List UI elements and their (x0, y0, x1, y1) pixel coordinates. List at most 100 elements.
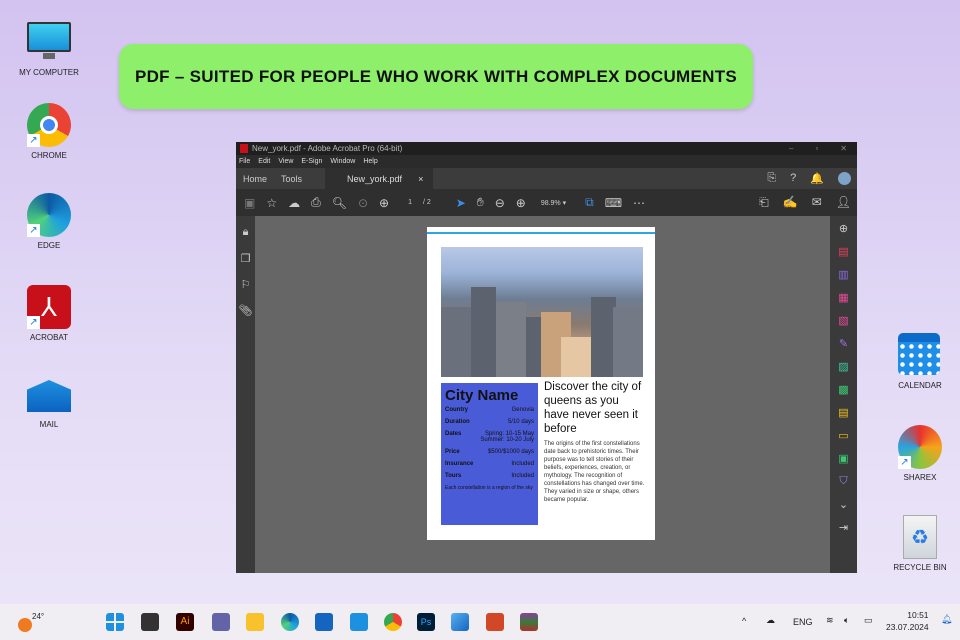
menu-help[interactable]: Help (363, 158, 377, 165)
fit-page-icon[interactable]: ⧉ (585, 195, 594, 210)
menu-esign[interactable]: E-Sign (301, 158, 322, 165)
menu-edit[interactable]: Edit (258, 158, 270, 165)
chrome-taskbar-icon[interactable] (384, 613, 402, 631)
add-user-icon[interactable]: 👤︎ (836, 195, 851, 210)
photos-icon[interactable] (451, 613, 469, 631)
desktop-icon-my-computer[interactable]: MY COMPUTER (4, 20, 94, 77)
language-indicator[interactable]: ENG (793, 617, 813, 627)
battery-icon[interactable]: ▭ (864, 615, 873, 626)
volume-icon[interactable]: 🔈︎ (844, 615, 849, 626)
page-number-input[interactable]: 1 (408, 199, 412, 206)
close-window-button[interactable]: ✕ (840, 144, 847, 153)
menu-bar: File Edit View E-Sign Window Help (236, 155, 857, 168)
page-down-icon[interactable]: ⊕ (379, 196, 389, 210)
zoom-search-icon[interactable]: ⊕ (839, 222, 848, 235)
sign-icon[interactable]: ✍ (783, 195, 798, 210)
sharex-icon: ↗ (898, 425, 942, 469)
hand-icon[interactable]: ✋︎ (477, 195, 484, 210)
zoom-in-icon[interactable]: ⊕ (516, 196, 526, 210)
comment-icon[interactable]: ▭ (838, 429, 848, 442)
desktop-icon-chrome[interactable]: ↗ CHROME (4, 103, 94, 160)
share-icon[interactable]: ⎘ (767, 172, 776, 185)
powerpoint-icon[interactable] (486, 613, 504, 631)
edit-pdf-icon[interactable]: ▧ (838, 314, 848, 327)
info-row: Dates Spring: 10-15 May Summer: 10-20 Jul… (445, 431, 534, 443)
lock-icon[interactable]: 🔒︎ (243, 226, 249, 239)
card-title: City Name (445, 387, 519, 404)
task-view-icon[interactable] (141, 613, 159, 631)
card-note: Each constellation is a region of the sk… (445, 485, 533, 491)
save-icon[interactable]: ▣ (244, 196, 255, 210)
photoshop-icon[interactable]: Ps (417, 613, 435, 631)
monitor-icon (27, 20, 71, 64)
compare-icon[interactable]: ▩ (838, 383, 848, 396)
export-pdf-icon[interactable]: ⎗ (759, 195, 769, 210)
page-up-icon[interactable]: ⊙ (358, 196, 368, 210)
start-button[interactable] (106, 613, 124, 631)
desktop-icon-sharex[interactable]: ↗ SHAREX (875, 425, 960, 482)
organize-icon[interactable]: ▦ (838, 291, 848, 304)
tab-document[interactable]: New_york.pdf × (325, 168, 434, 189)
pages-icon[interactable]: ❐ (241, 252, 251, 265)
help-icon[interactable]: ? (790, 172, 796, 185)
edge-taskbar-icon[interactable] (281, 613, 299, 631)
menu-view[interactable]: View (278, 158, 293, 165)
desktop-icon-mail[interactable]: MAIL (4, 372, 94, 429)
desktop-icon-recycle-bin[interactable]: ♻ RECYCLE BIN (875, 515, 960, 572)
city-skyline-photo (441, 247, 643, 377)
tab-tools[interactable]: Tools (274, 174, 309, 184)
acrobat-window: New_york.pdf - Adobe Acrobat Pro (64-bit… (236, 142, 857, 573)
chrome-icon: ↗ (27, 103, 71, 147)
tab-home[interactable]: Home (236, 174, 274, 184)
fill-sign-icon[interactable]: ✎ (839, 337, 848, 350)
show-hidden-icons[interactable]: ^ (742, 616, 746, 626)
onedrive-icon[interactable]: ☁ (766, 615, 775, 626)
file-explorer-icon[interactable] (246, 613, 264, 631)
menu-file[interactable]: File (239, 158, 250, 165)
info-row: Tours Included (445, 473, 534, 479)
taskbar: 24° Ai Ps ^ ☁ ENG ≋ 🔈︎ ▭ 10:51 23.07.202… (0, 604, 960, 640)
measure-icon[interactable]: ⌨ (605, 196, 622, 210)
scan-icon[interactable]: ▨ (838, 360, 848, 373)
desktop-icon-acrobat[interactable]: ⅄ ↗ ACROBAT (4, 285, 94, 342)
notification-bell-icon[interactable]: 🔔︎ (941, 614, 952, 625)
more-icon[interactable]: ⋯ (633, 196, 645, 210)
avatar[interactable] (838, 172, 851, 185)
store-icon[interactable] (315, 613, 333, 631)
bell-icon[interactable]: 🔔 (810, 172, 824, 185)
close-tab-icon[interactable]: × (418, 174, 423, 184)
chevron-down-icon[interactable]: ⌄ (839, 498, 848, 511)
page-total: / 2 (422, 199, 431, 206)
protect-icon[interactable]: ⛉ (839, 475, 847, 488)
select-cursor-icon[interactable]: ➤ (456, 196, 466, 210)
clock[interactable]: 10:51 23.07.2024 (886, 609, 929, 633)
email-icon[interactable]: ✉ (812, 195, 822, 210)
wifi-icon[interactable]: ≋ (826, 615, 834, 626)
desktop-icon-edge[interactable]: ↗ EDGE (4, 193, 94, 250)
teams-icon[interactable] (212, 613, 230, 631)
print-icon[interactable]: ⎙ (311, 195, 321, 210)
export-icon[interactable]: ▤ (838, 406, 848, 419)
illustrator-icon[interactable]: Ai (176, 613, 194, 631)
collapse-panel-icon[interactable]: ⇥ (839, 521, 848, 534)
combine-icon[interactable]: ▥ (838, 268, 848, 281)
page-accent-line (427, 232, 655, 234)
minimize-button[interactable]: – (789, 144, 793, 153)
zoom-level-select[interactable]: 98.9% ▾ (541, 199, 566, 207)
maximize-button[interactable]: ▫ (815, 144, 818, 153)
cloud-upload-icon[interactable]: ☁ (288, 196, 300, 210)
star-icon[interactable]: ☆ (266, 196, 277, 210)
mail-taskbar-icon[interactable] (350, 613, 368, 631)
winrar-icon[interactable] (520, 613, 538, 631)
bookmark-icon[interactable]: ⚐ (241, 278, 251, 291)
weather-widget[interactable]: 24° (18, 612, 44, 632)
search-zoom-icon[interactable]: 🔍︎ (332, 196, 347, 210)
attachment-icon[interactable]: 📎︎ (239, 304, 253, 317)
info-row: Country Genovia (445, 407, 534, 413)
print-production-icon[interactable]: ▣ (838, 452, 848, 465)
zoom-out-icon[interactable]: ⊖ (495, 196, 505, 210)
create-pdf-icon[interactable]: ▤ (838, 245, 848, 258)
menu-window[interactable]: Window (330, 158, 355, 165)
mail-icon (27, 372, 71, 416)
desktop-icon-calendar[interactable]: CALENDAR (875, 333, 960, 390)
